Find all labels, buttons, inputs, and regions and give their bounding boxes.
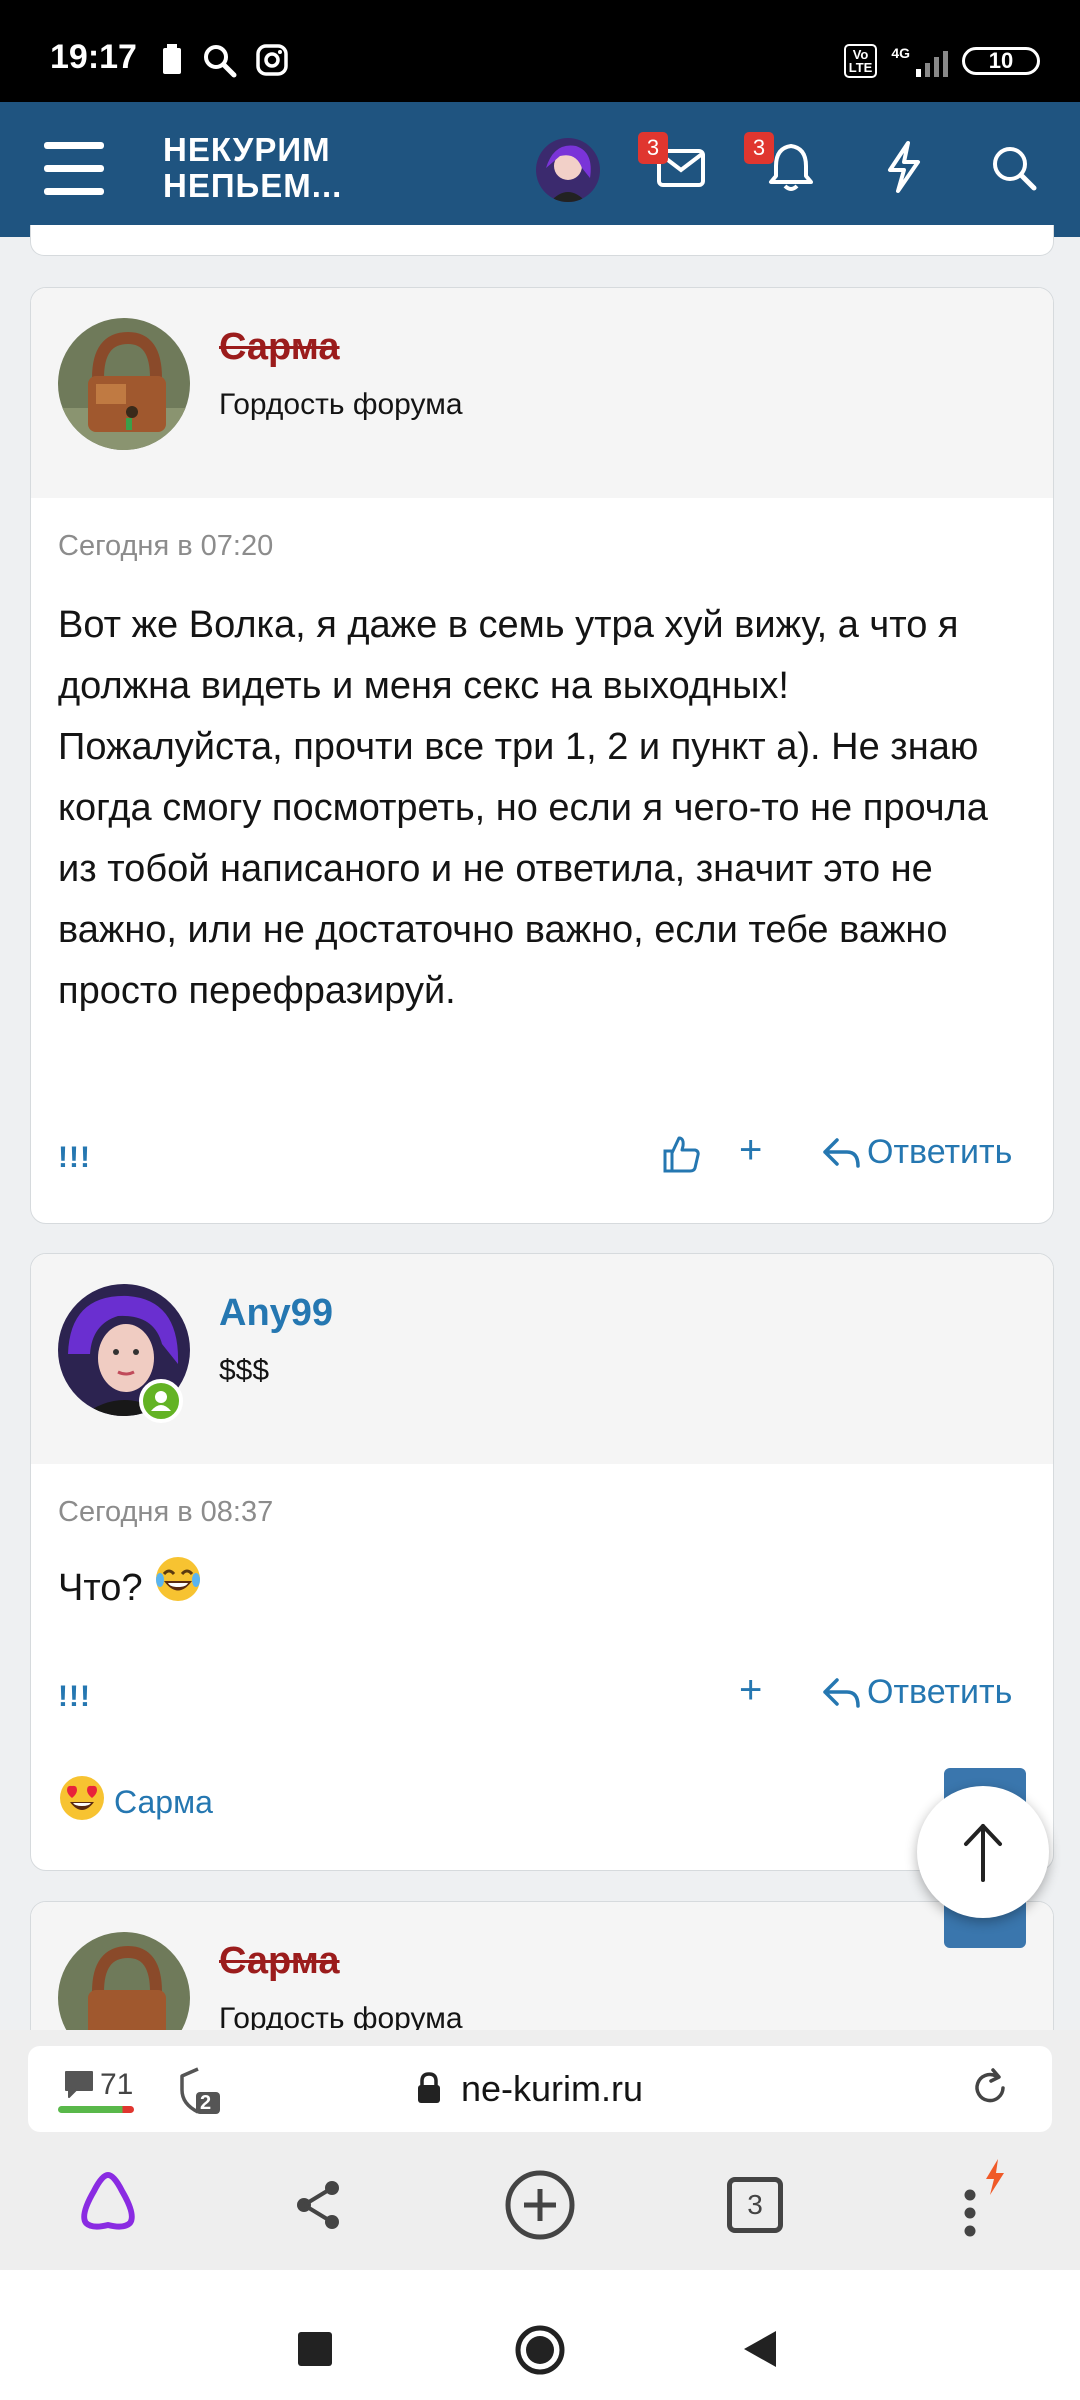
- like-icon[interactable]: [661, 1134, 701, 1183]
- post-body: Что?: [58, 1554, 1018, 1623]
- post-date[interactable]: Сегодня в 07:20: [58, 530, 273, 563]
- forum-post: Any99 $$$ Сегодня в 08:37 Что? !!! + Отв…: [30, 1253, 1054, 1871]
- reactions-summary[interactable]: Сарма: [58, 1774, 213, 1830]
- browser-address-area: 71 2 ne-kurim.ru: [0, 2030, 1080, 2135]
- reply-button[interactable]: Ответить: [821, 1673, 1012, 1712]
- bell-icon[interactable]: [768, 142, 814, 197]
- search-icon[interactable]: [990, 144, 1038, 197]
- laughing-emoji-icon: [153, 1554, 203, 1623]
- reaction-user[interactable]: Сарма: [114, 1784, 213, 1821]
- reply-icon: [823, 1137, 860, 1168]
- forum-header: НЕКУРИМ НЕПЬЕМ... 3 3: [0, 102, 1080, 237]
- search-icon: [203, 44, 237, 83]
- previous-post-edge: [30, 225, 1054, 256]
- forum-post: Сарма Гордость форума Сегодня в 07:20 Во…: [30, 287, 1054, 1224]
- url-text[interactable]: ne-kurim.ru: [461, 2068, 643, 2110]
- add-reaction-button[interactable]: +: [739, 1668, 762, 1713]
- report-link[interactable]: !!!: [58, 1141, 91, 1175]
- heart-eyes-emoji-icon: [58, 1774, 106, 1830]
- signal-icon: 4G: [891, 45, 948, 77]
- add-reaction-button[interactable]: +: [739, 1128, 762, 1173]
- share-icon[interactable]: [294, 2179, 344, 2236]
- recents-button[interactable]: [298, 2332, 332, 2366]
- rating-bar: [58, 2106, 134, 2113]
- scroll-top-button[interactable]: [917, 1786, 1049, 1918]
- user-title: $$$: [219, 1354, 270, 1387]
- messages-badge: 3: [638, 132, 668, 164]
- comments-count: 71: [100, 2068, 134, 2101]
- user-avatar[interactable]: [536, 138, 600, 202]
- post-header: Сарма Гордость форума: [31, 288, 1053, 498]
- address-bar[interactable]: 71 2 ne-kurim.ru: [28, 2046, 1052, 2132]
- alerts-badge: 3: [744, 132, 774, 164]
- back-button[interactable]: [740, 2328, 780, 2375]
- report-link[interactable]: !!!: [58, 1680, 91, 1714]
- status-bar: 19:17 Vo LTE 4G 10: [0, 0, 1080, 102]
- comments-icon[interactable]: [62, 2068, 96, 2105]
- post-date[interactable]: Сегодня в 08:37: [58, 1496, 273, 1529]
- reply-button[interactable]: Ответить: [821, 1133, 1012, 1172]
- battery-saver-icon: [162, 44, 182, 79]
- arrow-up-icon: [964, 1824, 1002, 1882]
- post-body: Вот же Волка, я даже в семь утра хуй виж…: [58, 604, 988, 1012]
- post-username[interactable]: Сарма: [219, 1940, 340, 1983]
- tabs-button[interactable]: 3: [727, 2177, 783, 2233]
- browser-bottom-nav: 3: [0, 2135, 1080, 2270]
- avatar[interactable]: [58, 318, 190, 450]
- menu-icon[interactable]: [44, 142, 104, 196]
- instagram-icon: [256, 44, 288, 81]
- status-time: 19:17: [50, 38, 137, 76]
- new-tab-icon[interactable]: [504, 2169, 576, 2246]
- home-button[interactable]: [514, 2324, 566, 2381]
- reply-icon: [823, 1677, 860, 1708]
- lock-icon: [416, 2072, 442, 2109]
- alice-icon[interactable]: [76, 2169, 140, 2236]
- site-logo[interactable]: НЕКУРИМ НЕПЬЕМ...: [163, 132, 342, 204]
- reload-icon[interactable]: [970, 2068, 1010, 2113]
- online-status-icon: [139, 1379, 183, 1423]
- more-menu-icon[interactable]: [960, 2159, 1020, 2254]
- protect-badge: 2: [200, 2092, 212, 2114]
- lightning-icon[interactable]: [884, 140, 924, 199]
- post-header: Any99 $$$: [31, 1254, 1053, 1464]
- system-nav-bar: [0, 2270, 1080, 2400]
- post-username[interactable]: Any99: [219, 1292, 333, 1335]
- volte-icon: Vo LTE: [843, 44, 878, 78]
- user-title: Гордость форума: [219, 388, 463, 421]
- battery-indicator: 10: [962, 47, 1040, 75]
- post-username[interactable]: Сарма: [219, 326, 340, 369]
